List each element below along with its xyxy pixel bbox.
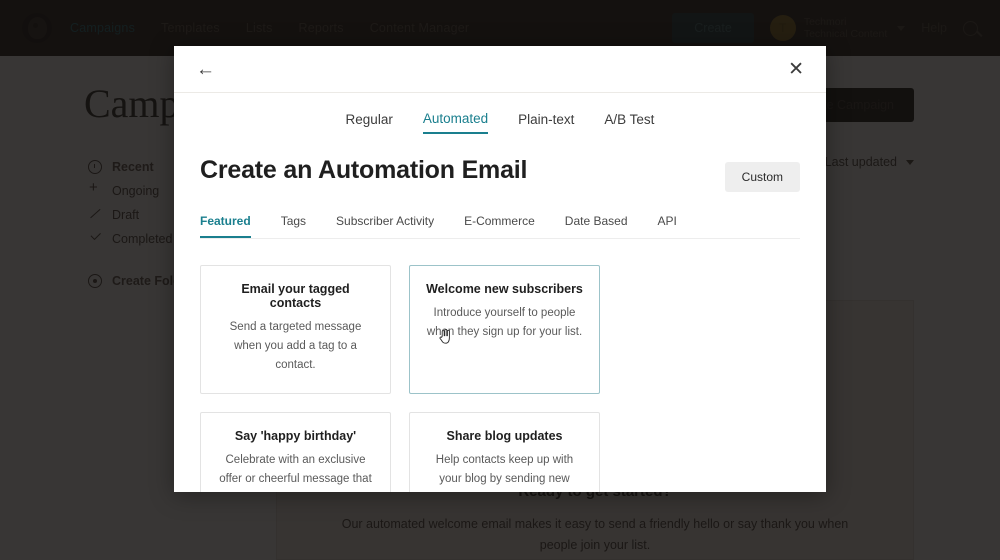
subtab-date-based[interactable]: Date Based [565, 214, 628, 238]
back-arrow-icon[interactable]: ← [196, 60, 218, 79]
modal-header: ← ✕ [174, 46, 826, 93]
card-title: Email your tagged contacts [241, 282, 350, 310]
subtab-subscriber-activity[interactable]: Subscriber Activity [336, 214, 434, 238]
pointer-cursor-icon [439, 329, 450, 344]
modal-title-row: Create an Automation Email Custom [200, 156, 800, 192]
tab-automated[interactable]: Automated [422, 111, 489, 134]
tab-ab-test[interactable]: A/B Test [604, 112, 654, 133]
card-title: Welcome new subscribers [426, 282, 583, 296]
campaign-type-tabs: Regular Automated Plain-text A/B Test [174, 93, 826, 134]
subtab-api[interactable]: API [658, 214, 677, 238]
custom-button[interactable]: Custom [724, 162, 800, 192]
modal-title: Create an Automation Email [200, 156, 528, 184]
automation-card-grid: Email your tagged contacts Send a target… [200, 265, 800, 492]
modal-body: Create an Automation Email Custom Featur… [174, 134, 826, 492]
automation-card-share-blog-updates[interactable]: Share blog updates Help contacts keep up… [409, 411, 600, 492]
automation-category-tabs: Featured Tags Subscriber Activity E-Comm… [200, 214, 800, 239]
tab-regular[interactable]: Regular [346, 112, 393, 133]
card-description: Help contacts keep up with your blog by … [428, 453, 581, 492]
create-automation-email-modal: ← ✕ Regular Automated Plain-text A/B Tes… [174, 46, 826, 492]
automation-card-tagged-contacts[interactable]: Email your tagged contacts Send a target… [200, 265, 391, 394]
close-icon[interactable]: ✕ [788, 60, 804, 79]
tab-plain-text[interactable]: Plain-text [518, 112, 574, 133]
card-title: Say 'happy birthday' [234, 428, 357, 443]
automation-card-welcome-new-subscribers[interactable]: Welcome new subscribers Introduce yourse… [409, 265, 600, 394]
subtab-featured[interactable]: Featured [200, 214, 251, 238]
subtab-tags[interactable]: Tags [281, 214, 306, 238]
automation-card-happy-birthday[interactable]: Say 'happy birthday' Celebrate with an e… [200, 411, 391, 492]
card-description: Celebrate with an exclusive offer or che… [219, 453, 372, 492]
card-title: Share blog updates [446, 428, 563, 443]
subtab-e-commerce[interactable]: E-Commerce [464, 214, 535, 238]
card-description: Send a targeted message when you add a t… [229, 321, 362, 371]
